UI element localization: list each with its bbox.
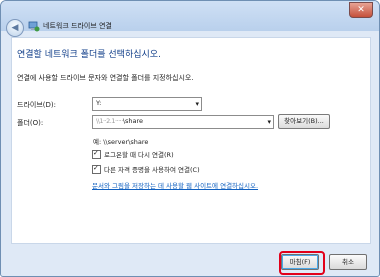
folder-value-masked: \\1··2.1·····: [96, 117, 123, 125]
folder-input[interactable]: \\1··2.1·····\share ▾: [92, 115, 274, 129]
page-heading: 연결할 네트워크 폴더를 선택하십시오.: [17, 50, 161, 60]
content-panel: [11, 37, 371, 244]
window-title: 네트워크 드라이브 연결: [43, 22, 112, 30]
cancel-button[interactable]: 취소: [329, 254, 367, 270]
folder-input-value: \\1··2.1·····\share: [96, 117, 143, 125]
back-button[interactable]: ◀: [6, 19, 24, 37]
dropdown-arrow-icon: ▾: [195, 100, 199, 108]
dropdown-arrow-icon: ▾: [267, 118, 271, 126]
map-network-drive-dialog: ✕ ◀ 네트워크 드라이브 연결: [0, 0, 380, 277]
check-icon: ✓: [93, 149, 99, 157]
back-arrow-icon: ◀: [11, 23, 19, 33]
folder-label: 폴더(O):: [17, 119, 44, 127]
check-icon: ✓: [93, 164, 99, 172]
reconnect-label: 로그온할 때 다시 연결(R): [104, 151, 174, 159]
finish-highlight-box: [279, 251, 325, 275]
web-site-link[interactable]: 문서와 그림을 저장하는 데 사용할 웹 사이트에 연결하십시오.: [92, 180, 258, 190]
folder-example: 예: \\server\share: [93, 138, 149, 146]
page-description: 연결에 사용할 드라이브 문자와 연결할 폴더를 지정하십시오.: [17, 74, 194, 82]
drive-select[interactable]: Y: ▾: [92, 97, 202, 111]
folder-value-suffix: \share: [122, 117, 144, 125]
reconnect-checkbox[interactable]: ✓: [92, 149, 101, 159]
drive-label: 드라이브(D):: [17, 101, 56, 109]
close-button[interactable]: ✕: [349, 2, 373, 18]
other-credentials-checkbox[interactable]: ✓: [92, 164, 101, 174]
close-icon: ✕: [357, 5, 365, 15]
other-credentials-label: 다른 자격 증명을 사용하여 연결(C): [104, 166, 200, 174]
browse-button[interactable]: 찾아보기(B)...: [278, 114, 330, 129]
network-drive-icon: [28, 21, 40, 32]
drive-select-value: Y:: [96, 99, 102, 107]
